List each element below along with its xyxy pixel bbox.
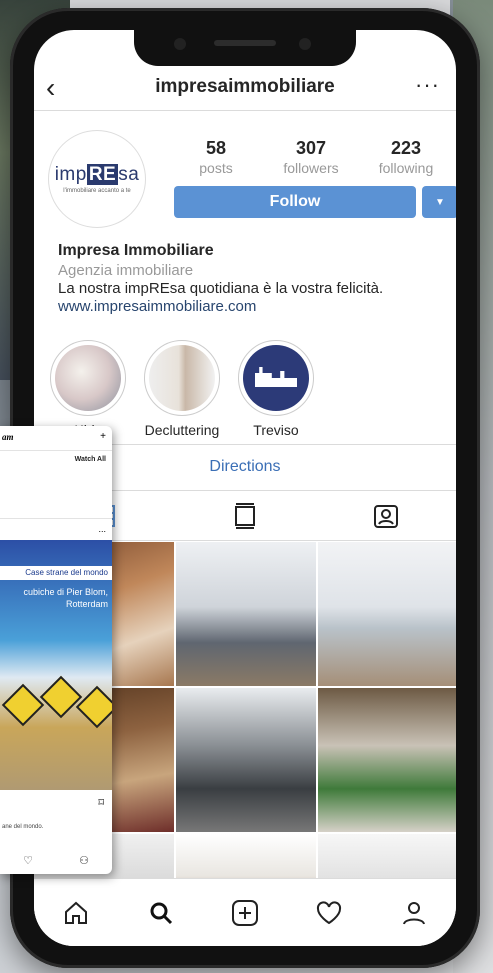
header-divider — [34, 110, 456, 111]
highlight-decluttering[interactable]: Decluttering — [144, 340, 220, 438]
more-horizontal-icon[interactable]: ... — [98, 524, 106, 534]
profile-category: Agenzia immobiliare — [58, 262, 194, 279]
cube-house — [75, 685, 112, 729]
highlight-label: Decluttering — [144, 422, 220, 438]
post-thumbnail[interactable] — [318, 542, 456, 686]
home-icon[interactable] — [56, 893, 96, 933]
tab-igtv[interactable] — [175, 492, 316, 540]
card-caption: ane del mondo. — [2, 824, 44, 830]
new-post-icon[interactable] — [225, 893, 265, 933]
chevron-left-icon[interactable]: ‹ — [46, 72, 55, 104]
tagged-icon — [373, 505, 398, 528]
bottom-nav — [34, 878, 456, 946]
post-thumbnail[interactable] — [176, 542, 316, 686]
stat-followers[interactable]: 307 followers — [271, 138, 351, 176]
card-subtitle: cubiche di Pier Blom, Rotterdam — [23, 587, 108, 609]
more-horizontal-icon[interactable]: ··· — [415, 72, 440, 98]
profile-website-link[interactable]: www.impresaimmobiliare.com — [58, 298, 448, 315]
post-thumbnail[interactable] — [176, 688, 316, 832]
highlight-treviso[interactable]: Treviso — [238, 340, 314, 438]
highlight-label: Treviso — [253, 422, 299, 438]
card-post-image: Case strane del mondo cubiche di Pier Bl… — [0, 540, 112, 790]
bookmark-icon[interactable]: ⌑ — [98, 796, 104, 809]
card-footer: ♡ ⚇ — [0, 854, 112, 867]
profile-icon[interactable] — [394, 893, 434, 933]
profile-bio-text: La nostra impREsa quotidiana è la vostra… — [58, 280, 384, 297]
card-banner: Case strane del mondo — [0, 566, 112, 580]
stat-following[interactable]: 223 following — [366, 138, 446, 176]
top-bar: ‹ impresaimmobiliare ··· — [34, 70, 456, 104]
profile-username: impresaimmobiliare — [155, 76, 335, 97]
highlight-kids[interactable]: Kids — [50, 340, 126, 438]
follow-button[interactable]: Follow — [174, 186, 416, 218]
post-thumbnail[interactable] — [318, 688, 456, 832]
watch-all-link[interactable]: Watch All — [75, 456, 106, 463]
profile-bio: Impresa Immobiliare Agenzia immobiliare … — [58, 242, 448, 315]
stat-posts[interactable]: 58 posts — [176, 138, 256, 176]
card-brand: am — [2, 432, 14, 442]
profile-stats: 58 posts 307 followers 223 following — [176, 138, 446, 176]
tab-tagged[interactable] — [315, 492, 456, 540]
avatar[interactable]: imp RE sa l'immobiliare accanto a te — [48, 130, 146, 228]
phone-notch — [134, 30, 356, 66]
logo-tagline: l'immobiliare accanto a te — [63, 188, 131, 194]
add-user-icon[interactable]: + — [100, 431, 106, 442]
cube-house — [1, 683, 45, 727]
logo: imp RE sa — [54, 164, 140, 185]
igtv-icon — [235, 503, 255, 529]
profile-icon[interactable]: ⚇ — [79, 854, 89, 867]
heart-icon[interactable]: ♡ — [23, 854, 33, 867]
search-icon[interactable] — [141, 893, 181, 933]
profile-name: Impresa Immobiliare — [58, 242, 214, 259]
cube-house — [39, 675, 83, 719]
heart-icon[interactable] — [309, 893, 349, 933]
suggestions-dropdown-button[interactable]: ▼ — [422, 186, 456, 218]
overlay-post-card: am + Watch All ... Case strane del mondo… — [0, 426, 112, 874]
